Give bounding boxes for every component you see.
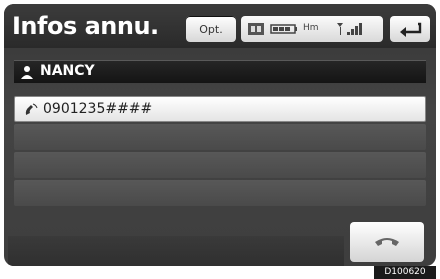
back-arrow-icon [400,22,422,37]
list-item [14,124,426,150]
list-item[interactable]: 0901235#### [14,96,426,122]
list-item [14,180,426,206]
back-button[interactable] [390,16,430,42]
person-icon [21,66,33,79]
signal-icon [337,23,362,35]
contact-name: NANCY [40,63,95,79]
battery-icon [270,24,297,34]
screen: Infos annu. Opt. Hm NANCY 0901235#### D1… [0,0,440,279]
number-list: 0901235#### [14,96,426,228]
bottom-area [8,236,344,266]
display-frame: Infos annu. Opt. Hm NANCY 0901235#### [4,4,436,266]
options-button[interactable]: Opt. [186,16,236,42]
handset-icon [375,238,399,246]
network-label: Hm [303,23,319,33]
bluetooth-icon [248,23,264,35]
call-button[interactable] [350,222,424,262]
phone-number: 0901235#### [43,101,153,117]
status-panel: Hm [241,16,383,42]
mobile-phone-icon [25,103,38,115]
header-bar: Infos annu. Opt. Hm [4,4,436,48]
contact-name-bar: NANCY [14,60,426,83]
figure-code: D100620 [374,266,436,279]
list-item [14,152,426,178]
page-title: Infos annu. [12,12,159,40]
